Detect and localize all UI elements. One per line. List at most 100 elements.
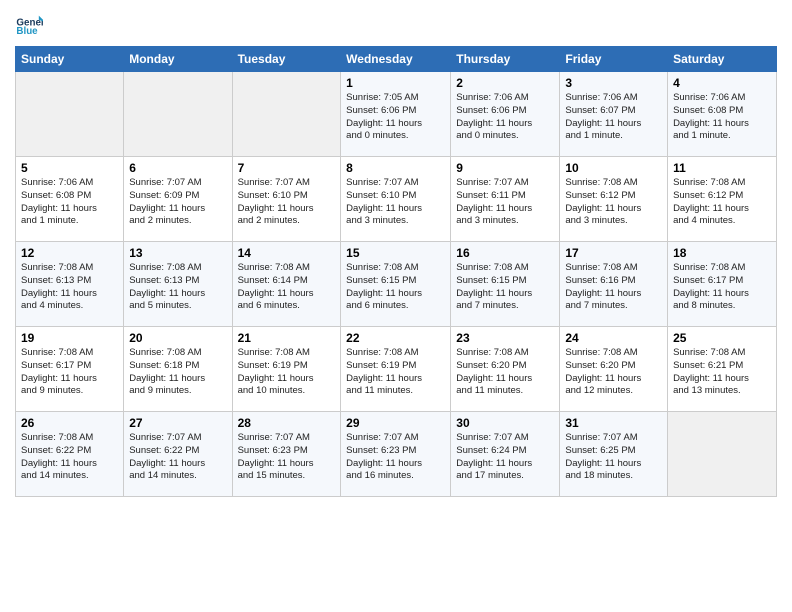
day-number: 19: [21, 331, 118, 345]
day-info: Sunrise: 7:08 AM Sunset: 6:13 PM Dayligh…: [21, 262, 118, 313]
day-cell: 17 Sunrise: 7:08 AM Sunset: 6:16 PM Dayli…: [560, 242, 668, 327]
day-info: Sunrise: 7:07 AM Sunset: 6:10 PM Dayligh…: [346, 177, 445, 228]
day-number: 12: [21, 246, 118, 260]
day-cell: 1 Sunrise: 7:05 AM Sunset: 6:06 PM Daylig…: [341, 72, 451, 157]
day-number: 9: [456, 161, 554, 175]
header-cell-monday: Monday: [124, 47, 232, 72]
day-number: 6: [129, 161, 226, 175]
day-info: Sunrise: 7:08 AM Sunset: 6:19 PM Dayligh…: [346, 347, 445, 398]
day-number: 27: [129, 416, 226, 430]
day-cell: 16 Sunrise: 7:08 AM Sunset: 6:15 PM Dayli…: [451, 242, 560, 327]
day-cell: 2 Sunrise: 7:06 AM Sunset: 6:06 PM Daylig…: [451, 72, 560, 157]
calendar-table: SundayMondayTuesdayWednesdayThursdayFrid…: [15, 46, 777, 497]
day-cell: 27 Sunrise: 7:07 AM Sunset: 6:22 PM Dayli…: [124, 412, 232, 497]
day-number: 23: [456, 331, 554, 345]
day-cell: 26Sunrise: 7:08 AM Sunset: 6:22 PM Dayli…: [16, 412, 124, 497]
day-info: Sunrise: 7:07 AM Sunset: 6:23 PM Dayligh…: [346, 432, 445, 483]
day-info: Sunrise: 7:06 AM Sunset: 6:07 PM Dayligh…: [565, 92, 662, 143]
day-info: Sunrise: 7:07 AM Sunset: 6:22 PM Dayligh…: [129, 432, 226, 483]
svg-text:Blue: Blue: [16, 26, 38, 37]
day-number: 14: [238, 246, 336, 260]
day-number: 22: [346, 331, 445, 345]
day-cell: 6 Sunrise: 7:07 AM Sunset: 6:09 PM Daylig…: [124, 157, 232, 242]
header-cell-tuesday: Tuesday: [232, 47, 341, 72]
day-number: 18: [673, 246, 771, 260]
day-cell: [124, 72, 232, 157]
day-cell: 25Sunrise: 7:08 AM Sunset: 6:21 PM Dayli…: [668, 327, 777, 412]
day-cell: 14 Sunrise: 7:08 AM Sunset: 6:14 PM Dayli…: [232, 242, 341, 327]
day-info: Sunrise: 7:05 AM Sunset: 6:06 PM Dayligh…: [346, 92, 445, 143]
day-info: Sunrise: 7:08 AM Sunset: 6:17 PM Dayligh…: [21, 347, 118, 398]
week-row-4: 26Sunrise: 7:08 AM Sunset: 6:22 PM Dayli…: [16, 412, 777, 497]
week-row-0: 1 Sunrise: 7:05 AM Sunset: 6:06 PM Daylig…: [16, 72, 777, 157]
day-cell: [668, 412, 777, 497]
header-cell-saturday: Saturday: [668, 47, 777, 72]
day-info: Sunrise: 7:08 AM Sunset: 6:13 PM Dayligh…: [129, 262, 226, 313]
day-cell: 3 Sunrise: 7:06 AM Sunset: 6:07 PM Daylig…: [560, 72, 668, 157]
day-info: Sunrise: 7:08 AM Sunset: 6:12 PM Dayligh…: [673, 177, 771, 228]
day-number: 3: [565, 76, 662, 90]
day-info: Sunrise: 7:08 AM Sunset: 6:22 PM Dayligh…: [21, 432, 118, 483]
header-cell-thursday: Thursday: [451, 47, 560, 72]
header-cell-friday: Friday: [560, 47, 668, 72]
day-cell: 22 Sunrise: 7:08 AM Sunset: 6:19 PM Dayli…: [341, 327, 451, 412]
day-info: Sunrise: 7:08 AM Sunset: 6:17 PM Dayligh…: [673, 262, 771, 313]
day-info: Sunrise: 7:08 AM Sunset: 6:20 PM Dayligh…: [456, 347, 554, 398]
page-header: General Blue: [15, 10, 777, 38]
day-info: Sunrise: 7:07 AM Sunset: 6:25 PM Dayligh…: [565, 432, 662, 483]
day-number: 24: [565, 331, 662, 345]
day-cell: 31 Sunrise: 7:07 AM Sunset: 6:25 PM Dayli…: [560, 412, 668, 497]
day-cell: 4 Sunrise: 7:06 AM Sunset: 6:08 PM Daylig…: [668, 72, 777, 157]
day-number: 29: [346, 416, 445, 430]
day-cell: 5Sunrise: 7:06 AM Sunset: 6:08 PM Daylig…: [16, 157, 124, 242]
day-cell: 15Sunrise: 7:08 AM Sunset: 6:15 PM Dayli…: [341, 242, 451, 327]
logo: General Blue: [15, 10, 47, 38]
day-info: Sunrise: 7:07 AM Sunset: 6:10 PM Dayligh…: [238, 177, 336, 228]
day-info: Sunrise: 7:07 AM Sunset: 6:11 PM Dayligh…: [456, 177, 554, 228]
day-number: 8: [346, 161, 445, 175]
day-cell: 18 Sunrise: 7:08 AM Sunset: 6:17 PM Dayli…: [668, 242, 777, 327]
day-number: 17: [565, 246, 662, 260]
day-info: Sunrise: 7:08 AM Sunset: 6:21 PM Dayligh…: [673, 347, 771, 398]
week-row-2: 12 Sunrise: 7:08 AM Sunset: 6:13 PM Dayli…: [16, 242, 777, 327]
week-row-1: 5Sunrise: 7:06 AM Sunset: 6:08 PM Daylig…: [16, 157, 777, 242]
day-cell: 24Sunrise: 7:08 AM Sunset: 6:20 PM Dayli…: [560, 327, 668, 412]
week-row-3: 19 Sunrise: 7:08 AM Sunset: 6:17 PM Dayli…: [16, 327, 777, 412]
day-info: Sunrise: 7:07 AM Sunset: 6:09 PM Dayligh…: [129, 177, 226, 228]
day-number: 16: [456, 246, 554, 260]
day-cell: 20 Sunrise: 7:08 AM Sunset: 6:18 PM Dayli…: [124, 327, 232, 412]
day-cell: 30Sunrise: 7:07 AM Sunset: 6:24 PM Dayli…: [451, 412, 560, 497]
day-info: Sunrise: 7:08 AM Sunset: 6:15 PM Dayligh…: [456, 262, 554, 313]
day-cell: [232, 72, 341, 157]
day-cell: 21Sunrise: 7:08 AM Sunset: 6:19 PM Dayli…: [232, 327, 341, 412]
day-info: Sunrise: 7:08 AM Sunset: 6:12 PM Dayligh…: [565, 177, 662, 228]
day-info: Sunrise: 7:06 AM Sunset: 6:08 PM Dayligh…: [21, 177, 118, 228]
day-info: Sunrise: 7:08 AM Sunset: 6:16 PM Dayligh…: [565, 262, 662, 313]
day-number: 20: [129, 331, 226, 345]
day-number: 1: [346, 76, 445, 90]
day-number: 2: [456, 76, 554, 90]
header-cell-wednesday: Wednesday: [341, 47, 451, 72]
header-cell-sunday: Sunday: [16, 47, 124, 72]
day-info: Sunrise: 7:06 AM Sunset: 6:06 PM Dayligh…: [456, 92, 554, 143]
day-info: Sunrise: 7:06 AM Sunset: 6:08 PM Dayligh…: [673, 92, 771, 143]
day-number: 31: [565, 416, 662, 430]
calendar-body: 1 Sunrise: 7:05 AM Sunset: 6:06 PM Daylig…: [16, 72, 777, 497]
day-info: Sunrise: 7:07 AM Sunset: 6:23 PM Dayligh…: [238, 432, 336, 483]
day-number: 28: [238, 416, 336, 430]
day-number: 11: [673, 161, 771, 175]
day-cell: 10 Sunrise: 7:08 AM Sunset: 6:12 PM Dayli…: [560, 157, 668, 242]
day-info: Sunrise: 7:08 AM Sunset: 6:15 PM Dayligh…: [346, 262, 445, 313]
day-number: 10: [565, 161, 662, 175]
day-cell: 8 Sunrise: 7:07 AM Sunset: 6:10 PM Daylig…: [341, 157, 451, 242]
day-info: Sunrise: 7:08 AM Sunset: 6:14 PM Dayligh…: [238, 262, 336, 313]
logo-icon: General Blue: [15, 10, 43, 38]
calendar-header: SundayMondayTuesdayWednesdayThursdayFrid…: [16, 47, 777, 72]
day-info: Sunrise: 7:08 AM Sunset: 6:18 PM Dayligh…: [129, 347, 226, 398]
day-cell: 7Sunrise: 7:07 AM Sunset: 6:10 PM Daylig…: [232, 157, 341, 242]
day-number: 4: [673, 76, 771, 90]
day-number: 13: [129, 246, 226, 260]
day-cell: 9 Sunrise: 7:07 AM Sunset: 6:11 PM Daylig…: [451, 157, 560, 242]
day-cell: [16, 72, 124, 157]
day-info: Sunrise: 7:08 AM Sunset: 6:19 PM Dayligh…: [238, 347, 336, 398]
